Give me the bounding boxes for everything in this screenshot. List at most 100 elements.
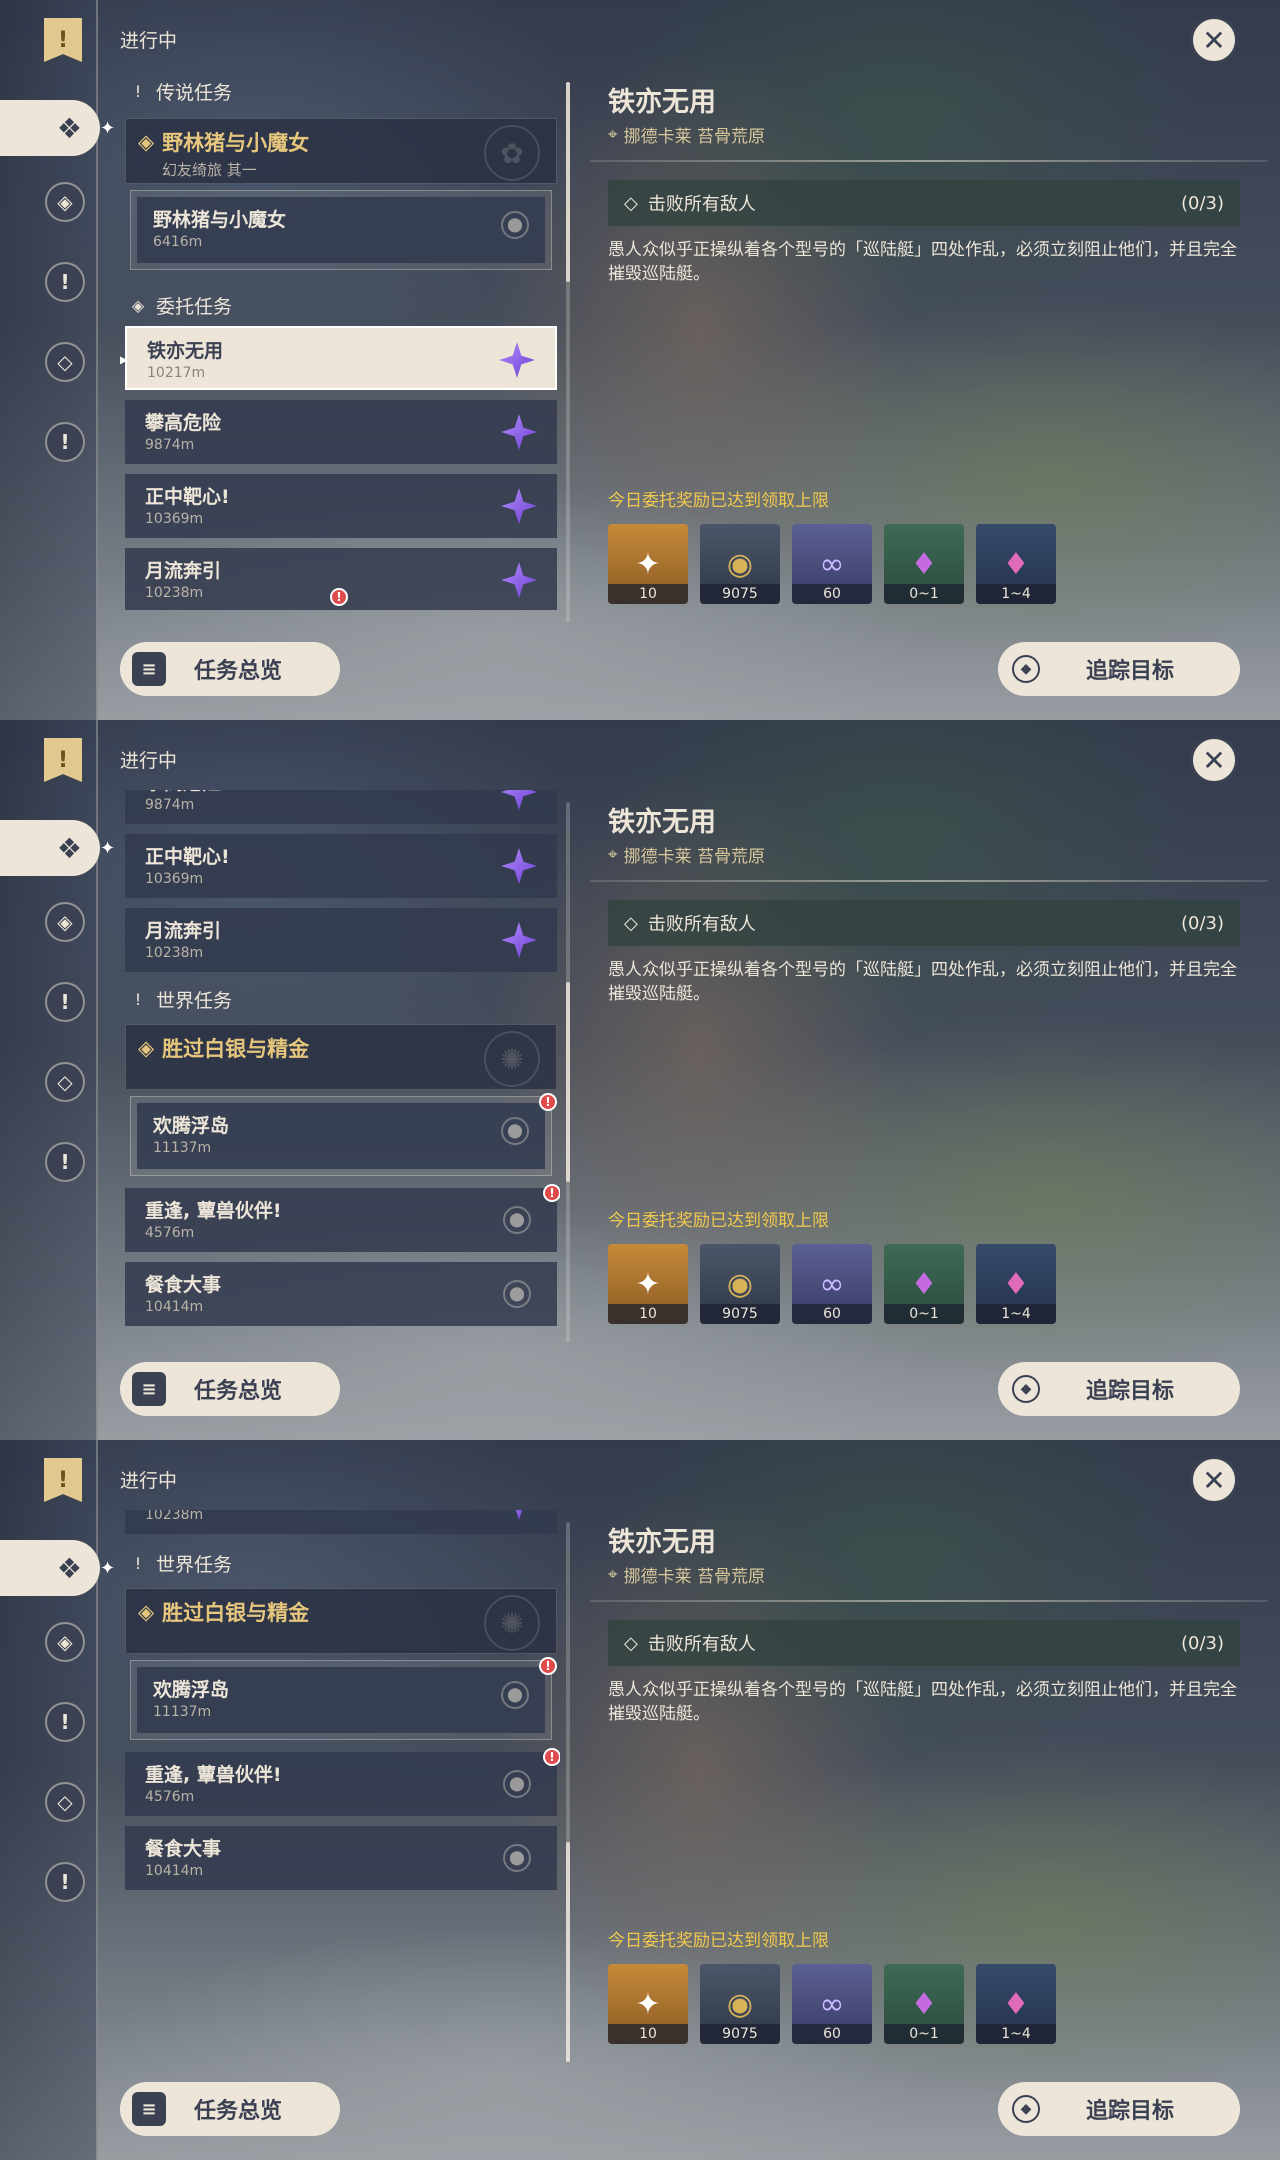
reward-item[interactable]: ♦ 1~4 <box>976 1244 1056 1324</box>
reward-item[interactable]: ∞ 60 <box>792 524 872 604</box>
rail-tab-event[interactable]: ◇ <box>45 1062 85 1102</box>
track-target-button[interactable]: ◆ 追踪目标 <box>998 1362 1240 1416</box>
rail-tab-event[interactable]: ◇ <box>45 342 85 382</box>
reward-limit-note: 今日委托奖励已达到领取上限 <box>608 1931 829 1951</box>
scroll-thumb[interactable] <box>566 982 570 1182</box>
category-label: 世界任务 <box>156 990 233 1012</box>
commission-item[interactable]: 月流奔引 10238m ★ <box>125 908 557 972</box>
world-quest-item[interactable]: 重逢, 蕈兽伙伴! 4576m ⬤ ! <box>125 1184 560 1252</box>
reward-item[interactable]: ∞ 60 <box>792 1964 872 2044</box>
selected-arrow-icon: ▶ <box>120 352 128 368</box>
rail-tab-commission-active[interactable]: ❖ <box>0 1540 100 1596</box>
commission-item[interactable]: 攀高危险 9874m ★ <box>125 790 557 824</box>
reward-item[interactable]: ◉ 9075 <box>700 1964 780 2044</box>
reward-item[interactable]: ✦ 10 <box>608 1964 688 2044</box>
category-label: 传说任务 <box>156 82 233 104</box>
reward-item[interactable]: ♦ 0~1 <box>884 1964 964 2044</box>
reward-item[interactable]: ◉ 9075 <box>700 1244 780 1324</box>
track-target-button[interactable]: ◆ 追踪目标 <box>998 2082 1240 2136</box>
track-diamond-icon: ◆ <box>1012 655 1040 683</box>
world-quest-item[interactable]: 餐食大事 10414m ⬤ <box>125 1826 557 1890</box>
reward-item[interactable]: ◉ 9075 <box>700 524 780 604</box>
close-button[interactable]: ✕ <box>1190 1456 1238 1504</box>
primogem-icon: ✦ <box>635 546 661 582</box>
commission-item-selected[interactable]: ▶ 铁亦无用 10217m ★ <box>120 326 557 390</box>
commission-item[interactable]: 月流奔引 10238m ★ ! <box>125 548 557 610</box>
friendship-exp-icon: ∞ <box>819 1266 845 1302</box>
rail-tab-archon[interactable]: ! <box>45 1862 85 1902</box>
commission-icon: ❖ <box>56 831 82 865</box>
quest-overview-button[interactable]: ≡ 任务总览 <box>120 2082 340 2136</box>
rail-tab-archon[interactable]: ! <box>45 1142 85 1182</box>
scroll-thumb[interactable] <box>566 82 570 282</box>
commission-icon: ❖ <box>56 111 82 145</box>
primogem-icon: ✦ <box>635 1986 661 2022</box>
commission-title: 月流奔引 <box>145 920 222 942</box>
quest-list-scrollbar[interactable] <box>566 802 570 1342</box>
reward-item[interactable]: ✦ 10 <box>608 1244 688 1324</box>
scroll-thumb[interactable] <box>566 1842 570 2062</box>
diamond-icon: ◈ <box>138 130 155 154</box>
group-title: 野林猪与小魔女 <box>162 131 310 155</box>
reward-item[interactable]: ♦ 1~4 <box>976 524 1056 604</box>
commission-item[interactable]: 正中靶心! 10369m ★ <box>125 474 557 538</box>
commission-item[interactable]: 攀高危险 9874m ★ <box>125 400 557 464</box>
quest-book-icon[interactable]: ! <box>44 738 82 782</box>
quest-list-scrollbar[interactable] <box>566 82 570 622</box>
track-target-button[interactable]: ◆ 追踪目标 <box>998 642 1240 696</box>
reward-item[interactable]: ♦ 0~1 <box>884 1244 964 1324</box>
quest-book-icon[interactable]: ! <box>44 1458 82 1502</box>
close-button[interactable]: ✕ <box>1190 16 1238 64</box>
location-pin-icon[interactable]: ⬤ <box>503 1280 531 1308</box>
commission-title: 正中靶心! <box>145 486 230 508</box>
category-world: ! 世界任务 <box>130 1550 232 1577</box>
rail-tab-world[interactable]: ! <box>45 262 85 302</box>
location-pin-icon[interactable]: ⬤ <box>501 211 529 239</box>
location-pin-icon[interactable]: ⬤ <box>503 1206 531 1234</box>
quest-group-header[interactable]: ◈ 胜过白银与精金 ✺ <box>125 1024 557 1090</box>
location-pin-icon[interactable]: ⬤ <box>501 1681 529 1709</box>
category-label: 委托任务 <box>156 296 233 318</box>
sub-quest[interactable]: 野林猪与小魔女 6416m ⬤ <box>130 190 552 270</box>
rail-tab-legend[interactable]: ◈ <box>45 902 85 942</box>
status-label: 进行中 <box>120 750 178 772</box>
location-pin-icon[interactable]: ⬤ <box>503 1770 531 1798</box>
world-quest-title: 餐食大事 <box>145 1838 222 1860</box>
rail-tab-legend[interactable]: ◈ <box>45 1622 85 1662</box>
location-pin-icon[interactable]: ⬤ <box>501 1117 529 1145</box>
left-rail: ! ❖ ◈ ! ◇ ! <box>0 0 100 720</box>
crystal-icon: ♦ <box>910 546 938 582</box>
reward-count: 60 <box>792 2024 872 2044</box>
reward-item[interactable]: ♦ 0~1 <box>884 524 964 604</box>
archon-quest-icon: ! <box>60 430 70 454</box>
quest-group-header[interactable]: ◈ 胜过白银与精金 ✺ <box>125 1588 557 1654</box>
rail-tab-event[interactable]: ◇ <box>45 1782 85 1822</box>
reward-item[interactable]: ♦ 1~4 <box>976 1964 1056 2044</box>
rail-tab-commission-active[interactable]: ❖ <box>0 820 100 876</box>
quest-list-scrollbar[interactable] <box>566 1522 570 2062</box>
rail-tab-legend[interactable]: ◈ <box>45 182 85 222</box>
quest-group-header[interactable]: ◈ 野林猪与小魔女 幻友绮旅 其一 ✿ <box>125 118 557 184</box>
commission-item[interactable]: 正中靶心! 10369m ★ <box>125 834 557 898</box>
commission-item[interactable]: 月流奔引 10238m ★ <box>125 1510 557 1534</box>
quest-overview-button[interactable]: ≡ 任务总览 <box>120 642 340 696</box>
reward-count: 9075 <box>700 2024 780 2044</box>
rail-tab-commission-active[interactable]: ❖ <box>0 100 100 156</box>
reward-item[interactable]: ✦ 10 <box>608 524 688 604</box>
location-pin-icon[interactable]: ⬤ <box>503 1844 531 1872</box>
world-quest-item[interactable]: 餐食大事 10414m ⬤ <box>125 1262 557 1326</box>
rail-tab-world[interactable]: ! <box>45 1702 85 1742</box>
reward-item[interactable]: ∞ 60 <box>792 1244 872 1324</box>
reward-list: ✦ 10 ◉ 9075 ∞ 60 ♦ 0~1 ♦ 1~4 <box>608 524 1056 604</box>
sub-quest[interactable]: 欢腾浮岛 11137m ⬤ ! <box>130 1657 557 1740</box>
objective-label: 击败所有敌人 <box>647 194 756 215</box>
world-quest-item[interactable]: 重逢, 蕈兽伙伴! 4576m ⬤ ! <box>125 1748 560 1816</box>
quest-overview-button[interactable]: ≡ 任务总览 <box>120 1362 340 1416</box>
rail-tab-archon[interactable]: ! <box>45 422 85 462</box>
commission-diamond-icon: ◈ <box>131 296 145 315</box>
close-button[interactable]: ✕ <box>1190 736 1238 784</box>
quest-book-icon[interactable]: ! <box>44 18 82 62</box>
archon-quest-icon: ! <box>60 1150 70 1174</box>
rail-tab-world[interactable]: ! <box>45 982 85 1022</box>
sub-quest[interactable]: 欢腾浮岛 11137m ⬤ ! <box>130 1093 557 1176</box>
